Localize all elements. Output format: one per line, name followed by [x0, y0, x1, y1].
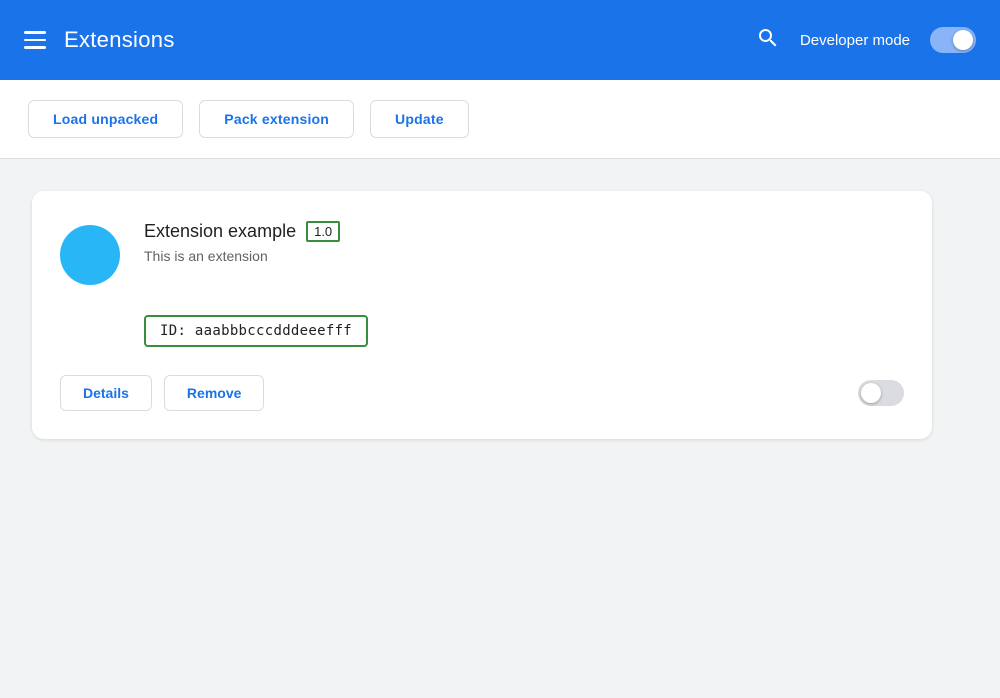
extension-name-row: Extension example 1.0: [144, 221, 340, 242]
load-unpacked-button[interactable]: Load unpacked: [28, 100, 183, 138]
card-actions: Details Remove: [60, 375, 264, 411]
extension-info: Extension example 1.0 This is an extensi…: [144, 221, 340, 264]
header-left: Extensions: [24, 27, 175, 53]
details-button[interactable]: Details: [60, 375, 152, 411]
header: Extensions Developer mode: [0, 0, 1000, 80]
card-bottom: Details Remove: [60, 375, 904, 411]
card-top: Extension example 1.0 This is an extensi…: [60, 221, 904, 285]
extension-description: This is an extension: [144, 248, 340, 264]
extension-card: Extension example 1.0 This is an extensi…: [32, 191, 932, 439]
version-badge: 1.0: [306, 221, 340, 242]
extension-enable-toggle[interactable]: [858, 380, 904, 406]
toolbar: Load unpacked Pack extension Update: [0, 80, 1000, 159]
search-icon[interactable]: [756, 26, 780, 55]
header-right: Developer mode: [756, 26, 976, 55]
update-button[interactable]: Update: [370, 100, 469, 138]
page-title: Extensions: [64, 27, 175, 53]
hamburger-menu-icon[interactable]: [24, 31, 46, 49]
developer-mode-toggle[interactable]: [930, 27, 976, 53]
extension-id: ID: aaabbbcccdddeeefff: [144, 315, 368, 347]
developer-mode-label: Developer mode: [800, 32, 910, 49]
main-content: Extension example 1.0 This is an extensi…: [0, 159, 1000, 471]
extension-name: Extension example: [144, 221, 296, 242]
pack-extension-button[interactable]: Pack extension: [199, 100, 354, 138]
extension-icon: [60, 225, 120, 285]
remove-button[interactable]: Remove: [164, 375, 264, 411]
extension-id-section: ID: aaabbbcccdddeeefff: [144, 315, 904, 347]
